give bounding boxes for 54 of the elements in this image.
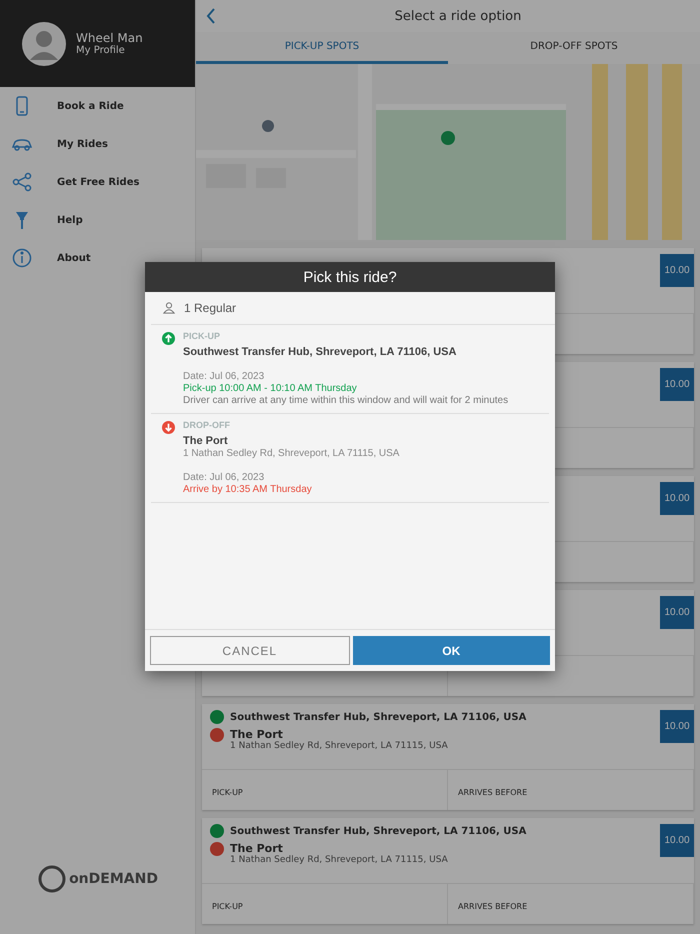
price-button[interactable]: 10.00 — [660, 482, 694, 515]
dropoff-marker-icon — [210, 842, 224, 856]
stop-date: Date: Jul 06, 2023 — [183, 472, 266, 484]
ride-card[interactable]: Southwest Transfer Hub, Shreveport, LA 71106, USA The Port 1 Nathan Sedley Rd, Shreveport, LA 71115, USA 10.00 PICK-UP ARRIVES BEFORE — [202, 818, 694, 924]
ride-card[interactable]: Southwest Transfer Hub, Shreveport, LA 71106, USA The Port 1 Nathan Sedley Rd, Shreveport, LA 71115, USA 10.00 PICK-UP ARRIVES BEFORE — [202, 704, 694, 810]
dropoff-name: The Port — [230, 728, 284, 741]
stop-label: PICK-UP — [183, 330, 222, 342]
stop-address: 1 Nathan Sedley Rd, Shreveport, LA 71115, USA — [183, 448, 400, 460]
pickup-address: Southwest Transfer Hub, Shreveport, LA 71106, USA — [230, 712, 526, 722]
ok-button[interactable]: OK — [352, 636, 550, 665]
menu-item[interactable]: Help — [0, 201, 195, 239]
dropoff-address: 1 Nathan Sedley Rd, Shreveport, LA 71115, USA — [230, 741, 448, 751]
arrive-label: ARRIVES BEFORE — [458, 902, 528, 911]
back-icon[interactable] — [206, 8, 216, 24]
pickup-label: PICK-UP — [212, 902, 243, 911]
stop-date: Date: Jul 06, 2023 — [183, 371, 266, 383]
pickup-marker-icon — [210, 824, 224, 838]
pickup-label: PICK-UP — [212, 788, 243, 797]
up-arrow-icon — [162, 332, 175, 345]
passenger-count: 1 Regular — [184, 301, 236, 315]
menu-item[interactable]: My Rides — [0, 125, 195, 163]
pickup-address: Southwest Transfer Hub, Shreveport, LA 71106, USA — [230, 826, 526, 836]
share-icon — [12, 172, 32, 192]
pickup-marker-icon — [210, 710, 224, 724]
price-button[interactable]: 10.00 — [660, 254, 694, 287]
page-title: Select a ride option — [394, 8, 522, 24]
stop-label: DROP-OFF — [183, 419, 231, 431]
profile-header[interactable]: Wheel Man My Profile — [0, 0, 195, 87]
price-button[interactable]: 10.00 — [660, 368, 694, 401]
menu-item[interactable]: Get Free Rides — [0, 163, 195, 201]
stop-name: The Port — [183, 434, 229, 448]
price-button[interactable]: 10.00 — [660, 596, 694, 629]
logo-text: onDEMAND — [69, 871, 158, 887]
price-button[interactable]: 10.00 — [660, 710, 694, 743]
cancel-button[interactable]: CANCEL — [150, 636, 350, 665]
time-window: Pick-up 10:00 AM - 10:10 AM Thursday — [183, 383, 508, 395]
dropoff-marker-icon — [210, 728, 224, 742]
tab[interactable]: DROP-OFF SPOTS — [448, 32, 700, 64]
dialog-title: Pick this ride? — [145, 262, 555, 292]
menu-item[interactable]: Book a Ride — [0, 87, 195, 125]
wait-note: Driver can arrive at any time within this window and will wait for 2 minutes — [183, 395, 508, 407]
logo-icon — [37, 864, 68, 894]
price-button[interactable]: 10.00 — [660, 824, 694, 857]
profile-link[interactable]: My Profile — [76, 45, 143, 56]
user-name: Wheel Man — [76, 31, 143, 45]
dropoff-name: The Port — [230, 842, 284, 855]
avatar-icon — [22, 22, 66, 66]
person-icon — [163, 302, 175, 314]
info-icon — [12, 248, 32, 268]
dropoff-address: 1 Nathan Sedley Rd, Shreveport, LA 71115, USA — [230, 855, 448, 865]
arrive-label: ARRIVES BEFORE — [458, 788, 528, 797]
stop-name: Southwest Transfer Hub, Shreveport, LA 71106, USA — [183, 345, 458, 359]
time-window: Arrive by 10:35 AM Thursday — [183, 484, 400, 496]
down-arrow-icon — [162, 421, 175, 434]
